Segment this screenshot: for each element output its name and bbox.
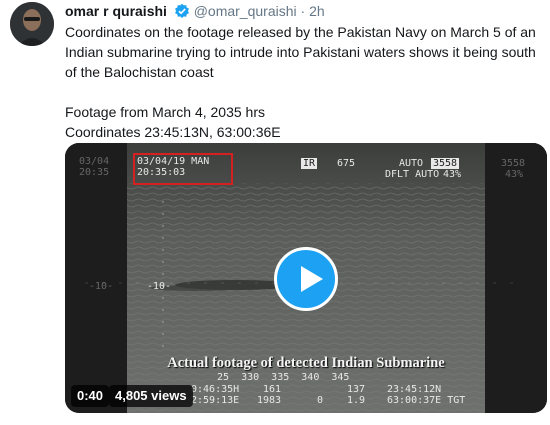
osd-ghost-date: 03/04 bbox=[79, 156, 110, 167]
tweet-header: omar r quraishi @omar_quraishi · 2h bbox=[65, 2, 325, 23]
separator-dot: · bbox=[300, 3, 306, 19]
osd-auto-label: AUTO bbox=[399, 158, 424, 169]
tweet-text-paragraph: Coordinates on the footage released by t… bbox=[65, 24, 536, 80]
osd-dflt-label: DFLT AUTO bbox=[385, 169, 440, 180]
tweet: omar r quraishi @omar_quraishi · 2h Coor… bbox=[0, 0, 550, 425]
osd-ir-value: 675 bbox=[337, 158, 356, 169]
osd-mid-value: 161 bbox=[263, 384, 282, 395]
osd-ghost-percent: 43% bbox=[505, 169, 524, 180]
avatar-photo bbox=[10, 2, 54, 46]
osd-auto-value: 3558 bbox=[431, 158, 460, 169]
osd-target-lat: 23:45:12N bbox=[387, 384, 442, 395]
osd-ghost-clock: 20:35 bbox=[79, 167, 110, 178]
video-caption: Actual footage of detected Indian Submar… bbox=[167, 355, 445, 371]
timestamp[interactable]: 2h bbox=[309, 3, 325, 19]
osd-clock: 20:35:03 bbox=[137, 167, 186, 178]
osd-target-lon: 63:00:37E TGT bbox=[387, 395, 466, 406]
osd-ghost-auto: 3558 bbox=[501, 158, 526, 169]
video-duration: 0:40 bbox=[71, 385, 110, 407]
video-player[interactable]: 03/04/19 MAN 20:35:03 03/04 20:35 IR 675… bbox=[65, 143, 547, 413]
osd-lat-left: 0:46:35H bbox=[191, 384, 240, 395]
osd-date: 03/04/19 MAN bbox=[137, 156, 210, 167]
author-handle[interactable]: @omar_quraishi bbox=[194, 3, 297, 19]
tweet-text-footage-time: Footage from March 4, 2035 hrs bbox=[65, 104, 265, 120]
osd-ir-label: IR bbox=[301, 158, 318, 169]
osd-mid-zero: 0 bbox=[317, 395, 324, 406]
osd-percent: 43% bbox=[443, 169, 462, 180]
tweet-text: Coordinates on the footage released by t… bbox=[65, 22, 543, 142]
osd-mid-year: 1983 bbox=[257, 395, 282, 406]
osd-ghost-scale-marker: -10- bbox=[89, 281, 114, 292]
author-name[interactable]: omar r quraishi bbox=[65, 3, 167, 19]
verified-badge-icon bbox=[174, 3, 190, 23]
osd-range: 137 bbox=[347, 384, 366, 395]
video-views: 4,805 views bbox=[109, 385, 193, 407]
avatar[interactable] bbox=[10, 2, 54, 46]
tweet-text-coordinates: Coordinates 23:45:13N, 63:00:36E bbox=[65, 124, 281, 140]
osd-range-decimal: 1.9 bbox=[347, 395, 366, 406]
osd-lon-left: 2:59:13E bbox=[191, 395, 240, 406]
osd-scale-marker: -10- bbox=[147, 281, 172, 292]
osd-bearing-scale: 25 330 335 340 345 bbox=[217, 372, 350, 383]
play-button-icon[interactable] bbox=[274, 247, 338, 311]
